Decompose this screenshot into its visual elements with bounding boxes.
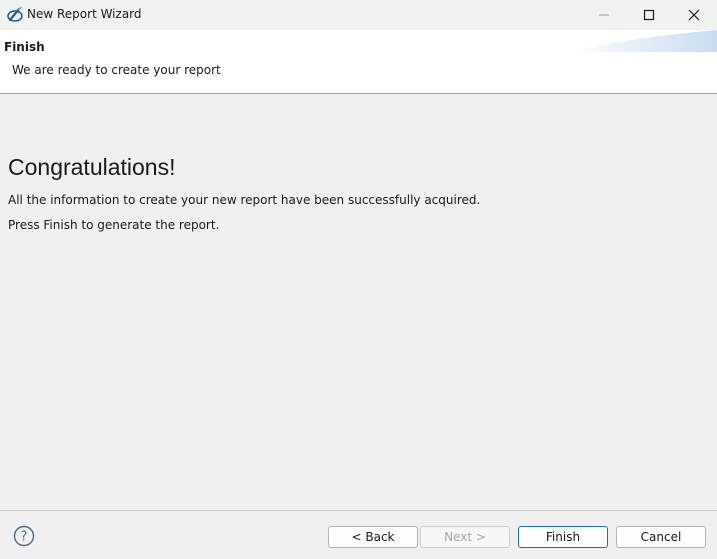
help-icon[interactable]: ?: [13, 525, 35, 547]
info-text: All the information to create your new r…: [8, 193, 481, 207]
close-icon: [688, 9, 700, 21]
minimize-button[interactable]: [581, 0, 627, 30]
finish-button[interactable]: Finish: [518, 526, 608, 548]
header-banner-graphic: [567, 30, 717, 52]
maximize-button[interactable]: [626, 0, 672, 30]
instruction-text: Press Finish to generate the report.: [8, 218, 220, 232]
minimize-icon: [599, 14, 609, 16]
header-separator: [0, 93, 717, 94]
footer-separator: [0, 510, 717, 511]
back-button[interactable]: < Back: [328, 526, 418, 548]
page-title: Finish: [4, 40, 45, 54]
congratulations-heading: Congratulations!: [8, 154, 176, 180]
page-description: We are ready to create your report: [12, 63, 221, 77]
svg-text:?: ?: [21, 530, 28, 545]
app-icon: [7, 6, 23, 22]
wizard-header: Finish We are ready to create your repor…: [0, 30, 717, 93]
cancel-button[interactable]: Cancel: [616, 526, 706, 548]
next-button: Next >: [420, 526, 510, 548]
close-button[interactable]: [671, 0, 717, 30]
window-title: New Report Wizard: [27, 7, 142, 21]
title-bar[interactable]: New Report Wizard: [0, 0, 717, 30]
maximize-icon: [643, 9, 655, 21]
